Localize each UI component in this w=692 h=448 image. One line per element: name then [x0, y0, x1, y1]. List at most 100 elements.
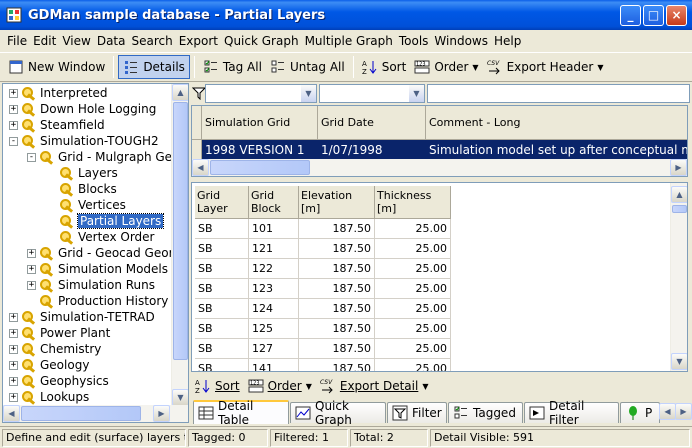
details-button[interactable]: Details [118, 55, 190, 79]
tag-all-button[interactable]: Tag All [199, 55, 266, 79]
table-cell[interactable]: 25.00 [375, 259, 451, 279]
tab-scroll-left-button[interactable]: ◀ [659, 403, 676, 420]
expand-icon[interactable]: + [9, 104, 18, 114]
tree-item[interactable]: Vertex Order [47, 229, 155, 245]
column-header[interactable]: Comment - Long [426, 106, 687, 140]
table-cell[interactable]: SB [195, 219, 249, 239]
tree-scroll-up-button[interactable]: ▲ [172, 84, 188, 101]
expand-icon[interactable]: + [9, 360, 18, 370]
chevron-down-icon[interactable]: ▼ [409, 85, 424, 102]
table-cell[interactable]: 25.00 [375, 359, 451, 371]
menu-view[interactable]: View [59, 34, 93, 48]
tab-detail-table[interactable]: Detail Table [193, 399, 289, 427]
table-cell[interactable]: 187.50 [299, 279, 375, 299]
export-detail-button[interactable]: CSV Export Detail ▼ [316, 374, 433, 398]
export-detail-dropdown-icon[interactable]: ▼ [422, 382, 428, 391]
tab-detail-filter[interactable]: Detail Filter [524, 399, 619, 427]
new-window-button[interactable]: New Window [4, 55, 109, 79]
export-header-button[interactable]: CSV Export Header ▼ [483, 55, 608, 79]
table-cell[interactable]: 124 [249, 299, 299, 319]
tree-scroll-left-button[interactable]: ◀ [3, 405, 20, 422]
chevron-down-icon[interactable]: ▼ [301, 85, 316, 102]
collapse-icon[interactable]: - [9, 136, 18, 146]
table-cell[interactable]: 187.50 [299, 239, 375, 259]
column-header[interactable]: Elevation [m] [299, 186, 375, 219]
menu-search[interactable]: Search [128, 34, 175, 48]
tree-item[interactable]: + Interpreted [9, 85, 108, 101]
tree-scroll-right-button[interactable]: ▶ [153, 405, 170, 422]
expand-icon[interactable]: + [9, 376, 18, 386]
tree-item[interactable]: + Down Hole Logging [9, 101, 156, 117]
table-cell[interactable]: SB [195, 299, 249, 319]
menu-tools[interactable]: Tools [396, 34, 432, 48]
detail-scroll-down-button[interactable]: ▼ [671, 353, 687, 370]
expand-icon[interactable]: + [9, 120, 18, 130]
header-hscroll-thumb[interactable] [210, 160, 310, 175]
minimize-button[interactable]: _ [620, 5, 641, 26]
detail-order-button[interactable]: 123 Order ▼ [244, 374, 316, 398]
detail-sort-button[interactable]: AZ Sort [191, 374, 244, 398]
table-cell[interactable]: 187.50 [299, 219, 375, 239]
table-cell[interactable]: 25.00 [375, 239, 451, 259]
export-header-dropdown-icon[interactable]: ▼ [597, 63, 603, 72]
sort-button[interactable]: AZ Sort [358, 55, 411, 79]
table-cell[interactable]: 25.00 [375, 339, 451, 359]
tree-item[interactable]: Blocks [47, 181, 117, 197]
table-cell[interactable]: 187.50 [299, 339, 375, 359]
tree-item[interactable]: + Lookups [9, 389, 89, 405]
expand-icon[interactable]: + [27, 264, 36, 274]
column-header[interactable]: Grid Date [318, 106, 426, 140]
menu-quick-graph[interactable]: Quick Graph [221, 34, 302, 48]
expand-icon[interactable]: + [9, 392, 18, 402]
tab-scroll-right-button[interactable]: ▶ [675, 403, 692, 420]
expand-icon[interactable]: + [9, 344, 18, 354]
untag-all-button[interactable]: Untag All [266, 55, 349, 79]
menu-file[interactable]: File [4, 34, 30, 48]
expand-icon[interactable]: + [27, 248, 36, 258]
menu-multiple-graph[interactable]: Multiple Graph [302, 34, 396, 48]
table-cell[interactable]: 187.50 [299, 359, 375, 371]
table-cell[interactable]: SB [195, 279, 249, 299]
tree-item[interactable]: + Chemistry [9, 341, 101, 357]
table-cell[interactable]: 25.00 [375, 299, 451, 319]
expand-icon[interactable]: + [27, 280, 36, 290]
table-cell[interactable]: 101 [249, 219, 299, 239]
header-scroll-right-button[interactable]: ▶ [670, 159, 687, 176]
column-header[interactable]: Grid Block [249, 186, 299, 219]
tree-item[interactable]: Partial Layers [47, 213, 165, 229]
tree-vertical-scrollbar[interactable]: ▲ ▼ [171, 84, 188, 406]
tree-item[interactable]: Vertices [47, 197, 126, 213]
menu-windows[interactable]: Windows [431, 34, 491, 48]
maximize-button[interactable]: □ [643, 5, 664, 26]
table-cell[interactable]: SB [195, 259, 249, 279]
column-header[interactable]: Simulation Grid [202, 106, 318, 140]
detail-scroll-thumb[interactable] [672, 205, 687, 213]
tree-item[interactable]: + Simulation Models [27, 261, 168, 277]
menu-data[interactable]: Data [94, 34, 129, 48]
category-tree[interactable]: + Interpreted + Down Hole Logging + Steamfiel… [2, 83, 189, 423]
tree-horizontal-scrollbar[interactable]: ◀ ▶ [3, 405, 188, 422]
expand-icon[interactable]: + [9, 88, 18, 98]
detail-scroll-up-button[interactable]: ▲ [671, 186, 687, 203]
tree-item[interactable]: + Simulation-TETRAD [9, 309, 155, 325]
tree-item[interactable]: - Grid - Mulgraph Ge [27, 149, 171, 165]
tree-item[interactable]: + Simulation Runs [27, 277, 155, 293]
order-dropdown-icon[interactable]: ▼ [472, 63, 478, 72]
filter-simulation-grid-combo[interactable]: ▼ [205, 84, 317, 103]
table-cell[interactable]: 187.50 [299, 299, 375, 319]
tree-scroll-thumb[interactable] [173, 102, 188, 360]
table-cell[interactable]: 187.50 [299, 259, 375, 279]
detail-order-dropdown-icon[interactable]: ▼ [306, 382, 312, 391]
tab-filter[interactable]: Filter [387, 402, 447, 423]
menu-help[interactable]: Help [491, 34, 524, 48]
order-button[interactable]: 123 Order ▼ [410, 55, 482, 79]
menu-edit[interactable]: Edit [30, 34, 59, 48]
tree-item[interactable]: + Power Plant [9, 325, 110, 341]
tab-quick-graph[interactable]: Quick Graph [290, 399, 386, 427]
menu-export[interactable]: Export [176, 34, 221, 48]
tab-p[interactable]: P [620, 402, 660, 423]
tree-item[interactable]: + Steamfield [9, 117, 105, 133]
table-cell[interactable]: 125 [249, 319, 299, 339]
tree-item[interactable]: + Geology [9, 357, 89, 373]
filter-grid-date-combo[interactable]: ▼ [319, 84, 425, 103]
